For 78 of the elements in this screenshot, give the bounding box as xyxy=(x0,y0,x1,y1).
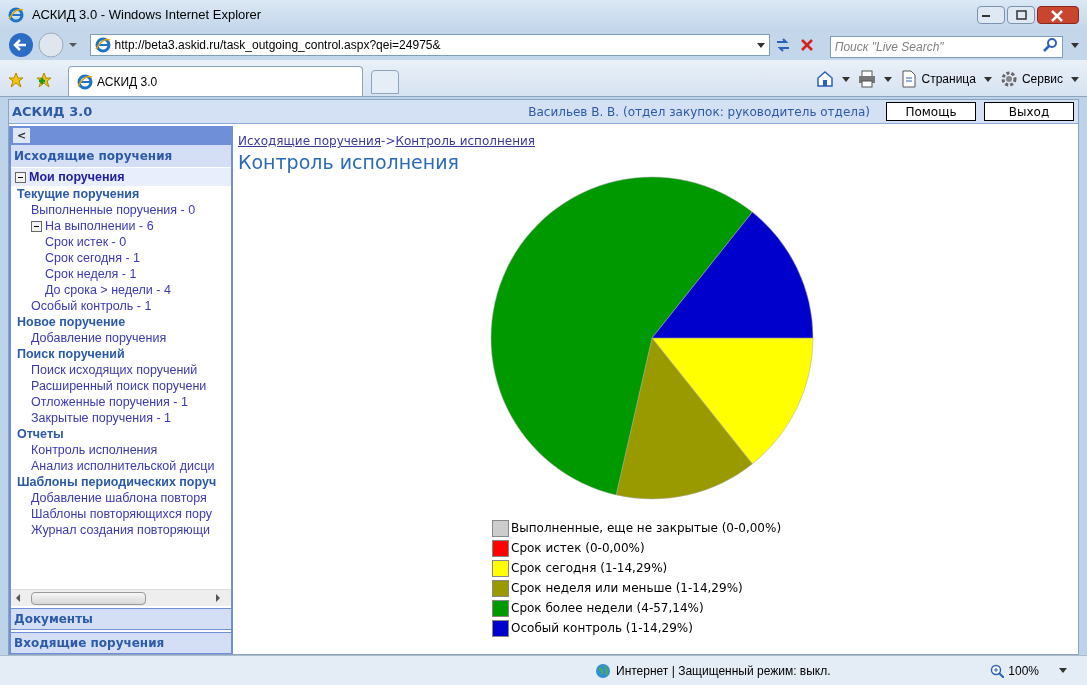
page-icon xyxy=(94,37,111,53)
dropdown-icon[interactable] xyxy=(756,42,765,48)
collapse-icon[interactable] xyxy=(15,171,26,183)
address-field[interactable]: http://beta3.askid.ru/task_outgoing_control.aspx?qei=24975& xyxy=(89,34,770,56)
legend-label: Срок истек (0-0,00%) xyxy=(511,540,645,557)
back-button[interactable] xyxy=(8,32,34,58)
gear-icon xyxy=(999,70,1018,88)
app-title: АСКИД 3.0 xyxy=(12,102,93,121)
tree-item[interactable]: Журнал создания повторяющи xyxy=(31,522,210,538)
search-icon[interactable] xyxy=(1043,37,1060,53)
zoom-icon xyxy=(990,663,1005,678)
page-icon xyxy=(899,70,918,88)
zoom-button[interactable]: 100% xyxy=(990,661,1067,680)
window-title: АСКИД 3.0 - Windows Internet Explorer xyxy=(32,6,262,25)
maximize-button[interactable] xyxy=(1007,6,1035,24)
minimize-button[interactable] xyxy=(977,6,1005,24)
page-menu-button[interactable]: Страница xyxy=(899,70,992,88)
tree-group-label[interactable]: Поиск поручений xyxy=(17,347,125,361)
sidebar-section[interactable]: Исходящие поручения xyxy=(11,145,231,167)
tree-item[interactable]: Выполненные поручения - 0 xyxy=(31,202,196,218)
tree-item[interactable]: Срок неделя - 1 xyxy=(45,266,137,282)
favorites-star-icon[interactable] xyxy=(8,72,24,88)
tree-item[interactable]: Закрытые поручения - 1 xyxy=(31,410,171,426)
tree-item[interactable]: Отложенные поручения - 1 xyxy=(31,394,188,410)
home-button[interactable] xyxy=(815,70,850,88)
tree-item[interactable]: На выполнении - 6 xyxy=(45,218,154,234)
tree-item[interactable]: До срока > недели - 4 xyxy=(45,282,171,298)
tree-item[interactable]: Срок истек - 0 xyxy=(45,234,127,250)
tree-item[interactable]: Расширенный поиск поручени xyxy=(31,378,207,394)
dropdown-icon[interactable] xyxy=(1071,42,1079,48)
scrollbar-thumb[interactable] xyxy=(31,591,146,605)
scroll-right-icon[interactable] xyxy=(215,594,223,602)
home-icon xyxy=(815,70,834,88)
dropdown-icon xyxy=(883,76,892,82)
dropdown-icon xyxy=(1059,668,1067,673)
tab[interactable]: АСКИД 3.0 xyxy=(68,66,363,96)
breadcrumb-link[interactable]: Исходящие поручения xyxy=(238,132,382,150)
legend-label: Особый контроль (1-14,29%) xyxy=(511,620,693,637)
collapse-button[interactable]: < xyxy=(13,128,30,143)
horizontal-scrollbar[interactable] xyxy=(11,589,231,606)
tree-item[interactable]: Анализ исполнительской дисци xyxy=(31,458,215,474)
tree-item[interactable]: Шаблоны повторяющихся пору xyxy=(31,506,212,522)
breadcrumb-separator: -> xyxy=(381,133,396,150)
legend-label: Срок более недели (4-57,14%) xyxy=(511,600,704,617)
page-icon xyxy=(77,73,93,90)
header-button[interactable]: Помощь xyxy=(886,102,976,121)
collapse-icon[interactable] xyxy=(31,220,42,232)
breadcrumb-link[interactable]: Контроль исполнения xyxy=(395,132,536,150)
tree-group-label[interactable]: Текущие поручения xyxy=(17,187,140,201)
tree-group-label[interactable]: Отчеты xyxy=(17,427,64,441)
browser-icon xyxy=(8,7,24,23)
printer-button[interactable] xyxy=(857,70,892,88)
tree-item[interactable]: Особый контроль - 1 xyxy=(31,298,152,314)
header-button[interactable]: Выход xyxy=(984,102,1074,121)
page-title: Контроль исполнения xyxy=(238,150,460,174)
tree-item[interactable]: Контроль исполнения xyxy=(31,442,158,458)
legend-label: Срок неделя или меньше (1-14,29%) xyxy=(511,580,743,597)
tree-item[interactable]: Срок сегодня - 1 xyxy=(45,250,141,266)
sidebar-section[interactable]: Входящие поручения xyxy=(11,632,231,654)
dropdown-icon xyxy=(1071,76,1079,82)
dropdown-icon xyxy=(841,76,850,82)
security-zone: Интернет | Защищенный режим: выкл. xyxy=(616,662,831,680)
dropdown-icon xyxy=(983,76,992,82)
tree-item[interactable]: Добавление поручения xyxy=(31,330,167,346)
globe-icon xyxy=(595,662,611,679)
printer-icon xyxy=(857,70,876,88)
tree-group-label[interactable]: Шаблоны периодических поруч xyxy=(17,475,217,489)
sidebar-section[interactable]: Документы xyxy=(11,608,231,630)
close-button[interactable] xyxy=(1037,6,1079,24)
search-field[interactable]: Поиск "Live Search" xyxy=(829,36,1064,58)
user-name: Васильев В. В. (отдел закупок: руководитель отдела) xyxy=(528,103,870,121)
tools-menu-button[interactable]: Сервис xyxy=(999,70,1079,88)
add-favorite-icon[interactable] xyxy=(36,72,52,88)
legend-label: Срок сегодня (1-14,29%) xyxy=(511,560,668,577)
legend-label: Выполненные, еще не закрытые (0-0,00%) xyxy=(511,520,782,537)
tree-item[interactable]: Поиск исходящих поручений xyxy=(31,362,198,378)
tree-item[interactable]: Добавление шаблона повторя xyxy=(31,490,207,506)
tree-group-label[interactable]: Новое поручение xyxy=(17,315,126,329)
